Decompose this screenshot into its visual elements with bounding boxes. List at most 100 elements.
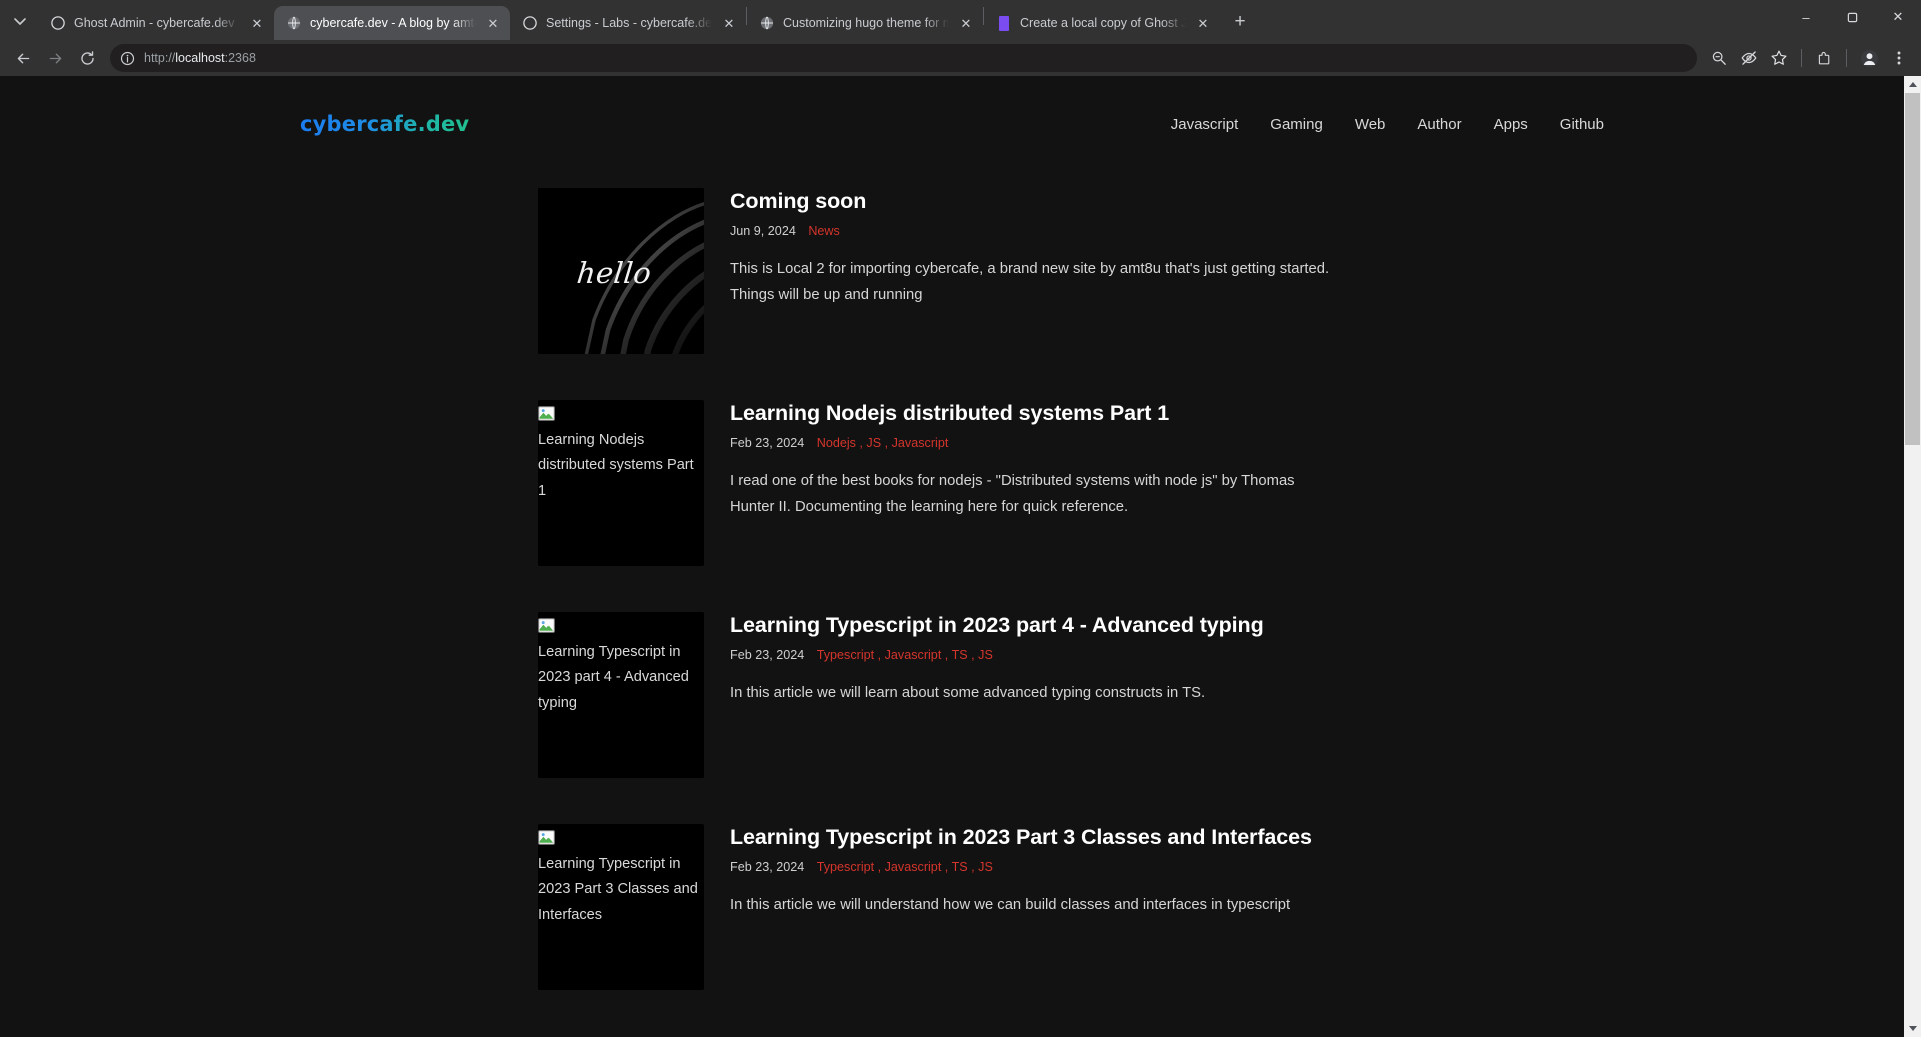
url-port: :2368 xyxy=(224,51,256,65)
url-text[interactable]: http://localhost:2368 xyxy=(144,51,256,65)
back-button[interactable] xyxy=(8,43,38,73)
minimize-button[interactable]: – xyxy=(1783,0,1829,34)
toolbar-divider xyxy=(1846,49,1847,67)
reload-button[interactable] xyxy=(72,43,102,73)
post-image-alt-text: Learning Nodejs distributed systems Part… xyxy=(538,431,694,499)
post-card[interactable]: Learning Typescript in 2023 Part 3 Class… xyxy=(0,824,1904,990)
maximize-icon xyxy=(1847,12,1857,22)
post-tags[interactable]: News xyxy=(808,224,840,238)
post-thumbnail[interactable]: hello xyxy=(538,188,704,354)
arrow-left-icon xyxy=(17,53,29,63)
post-list: hello Coming soon Jun 9, 2024 News This … xyxy=(0,136,1904,990)
post-image-alt-text: Learning Typescript in 2023 Part 3 Class… xyxy=(538,855,698,923)
globe-icon xyxy=(286,15,302,31)
post-excerpt: In this article we will learn about some… xyxy=(730,684,1206,701)
tab-title: Ghost Admin - cybercafe.dev xyxy=(74,16,235,30)
tab-close-button[interactable]: ✕ xyxy=(484,14,502,32)
window-controls: – ✕ xyxy=(1783,0,1921,40)
new-tab-button[interactable]: + xyxy=(1226,8,1254,36)
reload-icon xyxy=(80,50,94,65)
url-host: localhost xyxy=(175,51,225,65)
post-date: Feb 23, 2024 xyxy=(730,435,805,450)
post-tags[interactable]: Typescript , Javascript , TS , JS xyxy=(817,648,993,662)
post-card[interactable]: hello Coming soon Jun 9, 2024 News This … xyxy=(0,188,1904,354)
zoom-icon[interactable] xyxy=(1705,44,1733,72)
nav-item-web[interactable]: Web xyxy=(1355,116,1386,133)
browser-toolbar: http://localhost:2368 xyxy=(0,40,1921,76)
browser-tab[interactable]: Create a local copy of Ghost JS ✕ xyxy=(984,6,1220,40)
browser-tab[interactable]: Customizing hugo theme for m ✕ xyxy=(747,6,983,40)
post-title[interactable]: Learning Typescript in 2023 Part 3 Class… xyxy=(730,824,1340,851)
post-excerpt: This is Local 2 for importing cybercafe,… xyxy=(730,260,1330,303)
site-navigation: Javascript Gaming Web Author Apps Github xyxy=(1171,116,1604,133)
post-meta: Feb 23, 2024 Typescript , Javascript , T… xyxy=(730,648,1340,662)
tab-title: Settings - Labs - cybercafe.dev xyxy=(546,16,712,30)
post-date: Jun 9, 2024 xyxy=(730,223,796,238)
scrollbar-track[interactable] xyxy=(1904,93,1921,1020)
close-window-button[interactable]: ✕ xyxy=(1875,0,1921,34)
post-body: Learning Typescript in 2023 part 4 - Adv… xyxy=(730,612,1340,706)
broken-image-icon xyxy=(538,829,555,845)
browser-tab[interactable]: Settings - Labs - cybercafe.dev ✕ xyxy=(510,6,746,40)
tab-search-button[interactable] xyxy=(6,7,34,35)
post-excerpt: In this article we will understand how w… xyxy=(730,896,1291,913)
nav-item-gaming[interactable]: Gaming xyxy=(1270,116,1323,133)
tab-title: cybercafe.dev - A blog by amt8u xyxy=(310,16,476,30)
arrow-right-icon xyxy=(49,53,61,63)
post-date: Feb 23, 2024 xyxy=(730,647,805,662)
ghost-icon xyxy=(522,15,538,31)
post-card[interactable]: Learning Typescript in 2023 part 4 - Adv… xyxy=(0,612,1904,778)
post-date: Feb 23, 2024 xyxy=(730,859,805,874)
tab-close-button[interactable]: ✕ xyxy=(957,14,975,32)
nav-item-github[interactable]: Github xyxy=(1560,116,1604,133)
scroll-up-arrow[interactable] xyxy=(1904,76,1921,93)
nav-item-apps[interactable]: Apps xyxy=(1494,116,1528,133)
url-scheme: http:// xyxy=(144,51,176,65)
bookmark-star-icon[interactable] xyxy=(1765,44,1793,72)
scroll-down-arrow[interactable] xyxy=(1904,1020,1921,1037)
browser-tab[interactable]: Ghost Admin - cybercafe.dev ✕ xyxy=(38,6,274,40)
toolbar-divider xyxy=(1801,49,1802,67)
broken-image-icon xyxy=(538,405,555,421)
extensions-icon[interactable] xyxy=(1810,44,1838,72)
nav-item-author[interactable]: Author xyxy=(1417,116,1461,133)
scrollbar-thumb[interactable] xyxy=(1905,93,1920,446)
post-thumbnail-broken[interactable]: Learning Nodejs distributed systems Part… xyxy=(538,400,704,566)
tab-close-button[interactable]: ✕ xyxy=(720,14,738,32)
post-thumbnail-broken[interactable]: Learning Typescript in 2023 part 4 - Adv… xyxy=(538,612,704,778)
broken-image-icon xyxy=(538,617,555,633)
address-bar[interactable]: http://localhost:2368 xyxy=(110,44,1697,72)
page-viewport: cybercafe.dev Javascript Gaming Web Auth… xyxy=(0,76,1921,1037)
post-tags[interactable]: Typescript , Javascript , TS , JS xyxy=(817,860,993,874)
site-logo[interactable]: cybercafe.dev xyxy=(300,112,469,136)
profile-avatar-icon[interactable] xyxy=(1855,44,1883,72)
tab-title: Customizing hugo theme for m xyxy=(783,16,949,30)
tab-close-button[interactable]: ✕ xyxy=(248,14,266,32)
tab-close-button[interactable]: ✕ xyxy=(1194,14,1212,32)
chrome-menu-icon[interactable] xyxy=(1885,44,1913,72)
nav-item-javascript[interactable]: Javascript xyxy=(1171,116,1239,133)
post-body: Learning Nodejs distributed systems Part… xyxy=(730,400,1340,520)
web-page-content: cybercafe.dev Javascript Gaming Web Auth… xyxy=(0,76,1904,1037)
post-thumbnail-broken[interactable]: Learning Typescript in 2023 Part 3 Class… xyxy=(538,824,704,990)
browser-tab-active[interactable]: cybercafe.dev - A blog by amt8u ✕ xyxy=(274,6,510,40)
forward-button[interactable] xyxy=(40,43,70,73)
tab-strip: Ghost Admin - cybercafe.dev ✕ cybercafe.… xyxy=(0,0,1921,40)
tab-title: Create a local copy of Ghost JS xyxy=(1020,16,1186,30)
eye-off-icon[interactable] xyxy=(1735,44,1763,72)
post-card[interactable]: Learning Nodejs distributed systems Part… xyxy=(0,400,1904,566)
post-meta: Feb 23, 2024 Typescript , Javascript , T… xyxy=(730,860,1340,874)
post-image-alt-text: Learning Typescript in 2023 part 4 - Adv… xyxy=(538,643,689,711)
browser-window: Ghost Admin - cybercafe.dev ✕ cybercafe.… xyxy=(0,0,1921,1037)
chevron-down-icon xyxy=(14,18,26,25)
post-tags[interactable]: Nodejs , JS , Javascript xyxy=(817,436,949,450)
post-title[interactable]: Learning Typescript in 2023 part 4 - Adv… xyxy=(730,612,1340,639)
post-title[interactable]: Learning Nodejs distributed systems Part… xyxy=(730,400,1340,427)
maximize-button[interactable] xyxy=(1829,0,1875,34)
hello-image: hello xyxy=(538,188,704,354)
post-title[interactable]: Coming soon xyxy=(730,188,1340,215)
globe-icon xyxy=(759,15,775,31)
site-info-icon[interactable] xyxy=(118,49,136,67)
page-scrollbar[interactable] xyxy=(1904,76,1921,1037)
post-excerpt: I read one of the best books for nodejs … xyxy=(730,472,1295,515)
